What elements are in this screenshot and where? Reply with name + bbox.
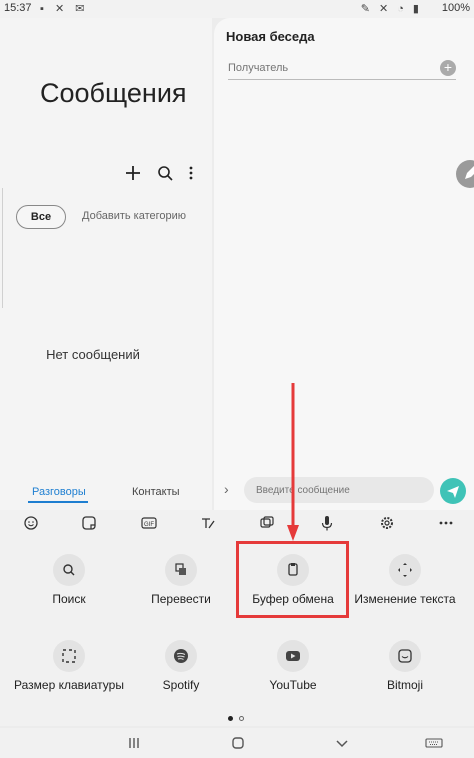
keyboard-toolbar: GIF — [0, 510, 474, 536]
svg-text:GIF: GIF — [144, 522, 154, 528]
more-options-icon[interactable] — [180, 162, 202, 184]
translate-icon — [165, 554, 197, 586]
gif-icon[interactable]: GIF — [140, 514, 158, 532]
tool-label: Перевести — [151, 592, 211, 606]
recipient-input[interactable] — [228, 58, 408, 78]
handwriting-icon[interactable] — [199, 514, 217, 532]
conversation-list-panel: Сообщения Все Добавить категорию Нет соо… — [0, 18, 212, 510]
tool-label: Изменение текста — [354, 592, 456, 606]
tab-conversations[interactable]: Разговоры — [32, 486, 86, 498]
add-recipient-icon[interactable]: + — [440, 60, 456, 76]
tab-contacts[interactable]: Контакты — [132, 486, 180, 498]
message-field — [244, 477, 434, 503]
text-edit-icon — [389, 554, 421, 586]
resize-icon — [53, 640, 85, 672]
more-icon[interactable] — [437, 514, 455, 532]
annotation-arrow — [287, 383, 299, 541]
tool-label: YouTube — [269, 678, 317, 692]
status-bar: 15:37 ▪ ✕ ✉ ✎ ✕ ◔ ▮ 100% — [0, 0, 474, 18]
status-time: 15:37 — [4, 2, 32, 14]
page-dot — [239, 716, 244, 721]
page-dot-active — [228, 716, 233, 721]
settings-icon[interactable] — [378, 514, 396, 532]
active-tab-indicator — [28, 501, 88, 503]
keyboard-switch-icon[interactable] — [424, 735, 444, 751]
tool-text-editing[interactable]: Изменение текста — [350, 554, 460, 606]
add-conversation-icon[interactable] — [122, 162, 144, 184]
chevron-right-icon[interactable]: › — [224, 481, 229, 497]
recipient-row: + — [228, 58, 456, 80]
message-input[interactable] — [256, 477, 426, 503]
new-conversation-panel: Новая беседа + › — [214, 18, 474, 510]
mic-icon[interactable] — [318, 514, 336, 532]
tool-spotify[interactable]: Spotify — [126, 640, 236, 692]
emoji-icon[interactable] — [22, 514, 40, 532]
home-icon[interactable] — [228, 735, 248, 751]
sticker-icon[interactable] — [80, 514, 98, 532]
list-actions — [122, 162, 202, 184]
battery-level: 100% — [441, 2, 470, 14]
send-icon — [447, 486, 459, 498]
search-icon — [53, 554, 85, 586]
tool-keyboard-size[interactable]: Размер клавиатуры — [14, 640, 124, 692]
notification-icons: ▪ ✕ ✉ — [40, 3, 89, 15]
send-button[interactable] — [440, 478, 466, 504]
tool-label: Размер клавиатуры — [14, 678, 124, 692]
tool-label: Поиск — [52, 592, 86, 606]
bitmoji-icon — [389, 640, 421, 672]
tool-bitmoji[interactable]: Bitmoji — [350, 640, 460, 692]
filter-chip-all[interactable]: Все — [16, 205, 66, 229]
compose-edit-icon[interactable] — [456, 160, 474, 188]
new-conversation-title: Новая беседа — [226, 29, 315, 44]
navigation-bar — [0, 728, 474, 758]
spotify-icon — [165, 640, 197, 672]
annotation-highlight-box — [236, 541, 349, 618]
search-icon[interactable] — [154, 162, 176, 184]
pagination-dots — [228, 716, 248, 722]
youtube-icon — [277, 640, 309, 672]
back-chevron-down-icon[interactable] — [332, 735, 352, 751]
add-category-link[interactable]: Добавить категорию — [82, 210, 186, 222]
clipboard-toolbar-icon[interactable] — [258, 514, 276, 532]
tool-label: Spotify — [162, 678, 200, 692]
tool-translate[interactable]: Перевести — [126, 554, 236, 606]
tool-label: Bitmoji — [386, 678, 423, 692]
page-title: Сообщения — [40, 78, 187, 108]
tool-youtube[interactable]: YouTube — [238, 640, 348, 692]
system-icons: ✎ ✕ ◔ ▮ — [360, 3, 422, 15]
recent-apps-icon[interactable] — [124, 735, 144, 751]
empty-state-text: Нет сообщений — [46, 347, 140, 362]
panel-divider — [0, 188, 3, 308]
tool-search[interactable]: Поиск — [14, 554, 124, 606]
